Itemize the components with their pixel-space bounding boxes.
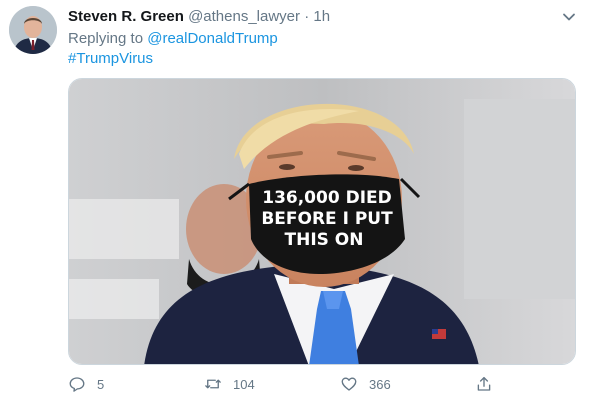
caret-down-icon[interactable]	[560, 8, 578, 26]
replying-to-label: Replying to	[68, 30, 144, 47]
tweet-image[interactable]: 136,000 DIED BEFORE I PUT THIS ON	[68, 78, 576, 365]
replying-to-link[interactable]: @realDonaldTrump	[147, 30, 278, 47]
tweet[interactable]: Steven R. Green @athens_lawyer · 1h Repl…	[0, 0, 598, 407]
mask-text-line-3: THIS ON	[285, 230, 364, 250]
author-name[interactable]: Steven R. Green	[68, 8, 184, 25]
author-handle[interactable]: @athens_lawyer	[188, 8, 300, 25]
timestamp[interactable]: 1h	[313, 8, 330, 25]
tweet-header: Steven R. Green @athens_lawyer · 1h	[68, 7, 330, 27]
like-button[interactable]: 366	[340, 373, 391, 395]
like-icon	[341, 377, 357, 391]
hashtag-link[interactable]: #TrumpVirus	[68, 49, 153, 69]
reply-count: 5	[97, 376, 105, 392]
retweet-button[interactable]: 104	[204, 373, 255, 395]
tweet-actions: 5 104 366	[68, 373, 578, 395]
retweet-icon	[205, 379, 221, 389]
reply-icon	[69, 377, 85, 392]
share-button[interactable]	[475, 373, 504, 395]
share-icon	[477, 376, 491, 391]
avatar[interactable]	[9, 6, 57, 54]
mask-text-line-2: BEFORE I PUT	[261, 209, 393, 229]
replying-to-line: Replying to @realDonaldTrump	[68, 29, 278, 49]
retweet-count: 104	[233, 376, 255, 392]
mask-text-line-1: 136,000 DIED	[262, 188, 392, 208]
like-count: 366	[369, 376, 391, 392]
reply-button[interactable]: 5	[68, 373, 104, 395]
separator-dot: ·	[304, 8, 310, 25]
